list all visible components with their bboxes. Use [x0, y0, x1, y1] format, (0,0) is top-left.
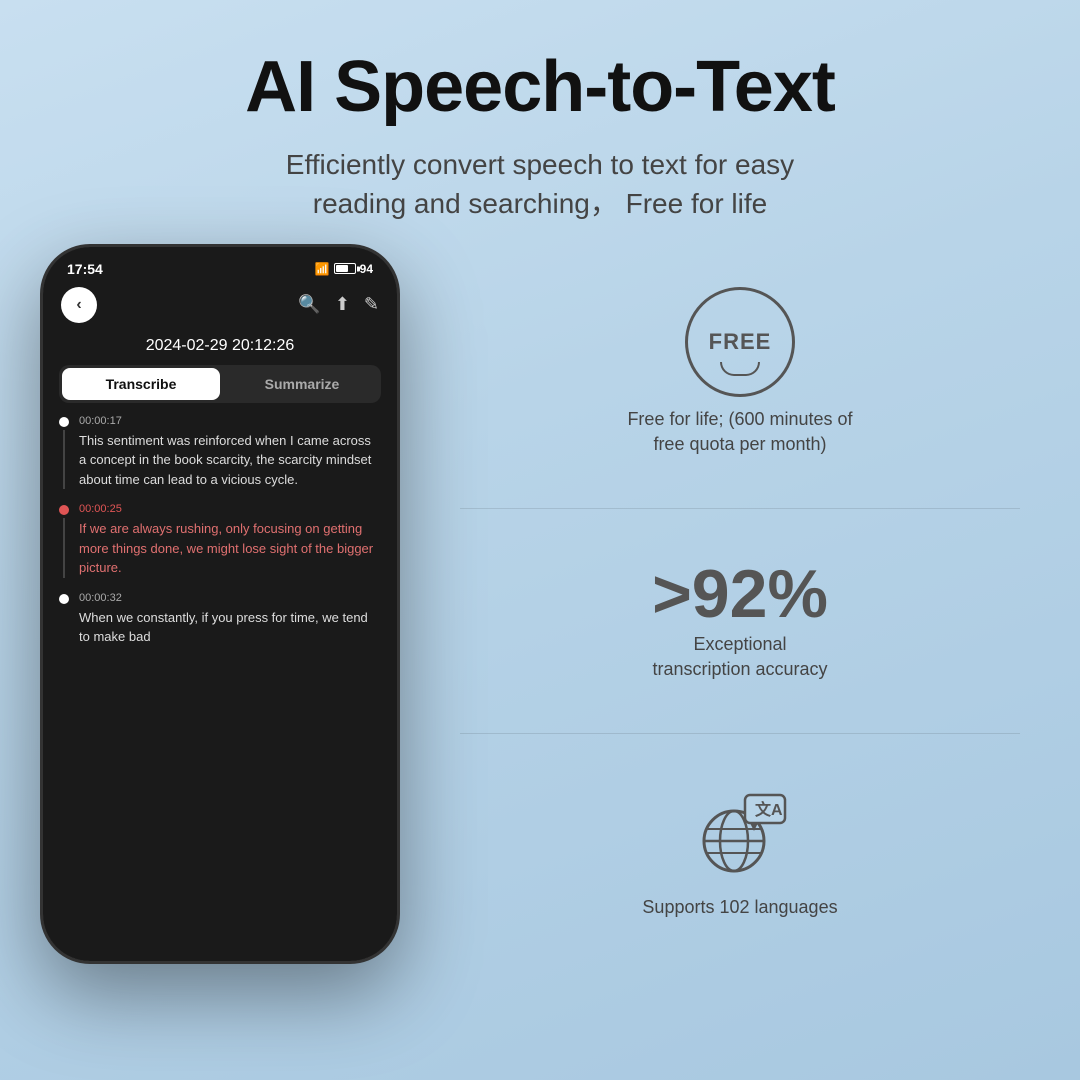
free-smile-icon: [720, 362, 760, 376]
transcript-entry-2: 00:00:25 If we are always rushing, only …: [59, 503, 381, 578]
share-icon[interactable]: ⬆: [335, 294, 350, 315]
recording-timestamp: 2024-02-29 20:12:26: [43, 331, 397, 365]
accuracy-description: Exceptionaltranscription accuracy: [652, 632, 827, 682]
ts-time-1: 00:00:17: [79, 415, 381, 427]
globe-icon-wrapper: 文A: [690, 785, 790, 885]
tab-transcribe[interactable]: Transcribe: [62, 368, 220, 400]
divider-1: [460, 508, 1020, 509]
wifi-icon: 📶: [315, 262, 330, 276]
feature-accuracy: >92% Exceptionaltranscription accuracy: [460, 560, 1020, 682]
phone-shell: 17:54 📶 94 ‹ 🔍 ⬆ ✎: [40, 244, 400, 964]
dot-3: [59, 594, 69, 604]
back-button[interactable]: ‹: [61, 287, 97, 323]
tab-summarize[interactable]: Summarize: [223, 365, 381, 403]
transcript-area: 00:00:17 This sentiment was reinforced w…: [43, 415, 397, 961]
battery-icon: [334, 263, 356, 274]
dot-line-1: [59, 415, 69, 490]
battery-level: 94: [360, 262, 373, 276]
free-badge-text: FREE: [709, 329, 772, 355]
ts-content-2: If we are always rushing, only focusing …: [79, 519, 381, 578]
line-1: [63, 430, 65, 490]
divider-2: [460, 733, 1020, 734]
svg-text:文A: 文A: [755, 800, 783, 819]
transcript-entry-3: 00:00:32 When we constantly, if you pres…: [59, 592, 381, 647]
status-time: 17:54: [67, 261, 103, 277]
status-bar: 17:54 📶 94: [43, 247, 397, 283]
feature-free: FREE Free for life; (600 minutes offree …: [460, 287, 1020, 457]
dot-line-2: [59, 503, 69, 578]
content-row: 17:54 📶 94 ‹ 🔍 ⬆ ✎: [0, 244, 1080, 1080]
globe-translate-icon: 文A: [690, 785, 790, 885]
transcript-text-3: 00:00:32 When we constantly, if you pres…: [79, 592, 381, 647]
subtitle: Efficiently convert speech to text for e…: [245, 145, 835, 223]
header-section: AI Speech-to-Text Efficiently convert sp…: [245, 0, 835, 244]
nav-bar: ‹ 🔍 ⬆ ✎: [43, 283, 397, 331]
feature-languages: 文A Supports 102 languages: [460, 785, 1020, 920]
dot-2: [59, 505, 69, 515]
main-title: AI Speech-to-Text: [245, 48, 835, 127]
dot-1: [59, 417, 69, 427]
edit-icon[interactable]: ✎: [364, 294, 379, 315]
phone-screen: 17:54 📶 94 ‹ 🔍 ⬆ ✎: [43, 247, 397, 961]
accuracy-number: >92%: [652, 560, 828, 628]
features-panel: FREE Free for life; (600 minutes offree …: [420, 244, 1040, 964]
free-description: Free for life; (600 minutes offree quota…: [627, 407, 852, 457]
ts-time-2: 00:00:25: [79, 503, 381, 515]
line-2: [63, 518, 65, 578]
free-badge: FREE: [685, 287, 795, 397]
languages-description: Supports 102 languages: [642, 895, 837, 920]
search-icon[interactable]: 🔍: [298, 294, 320, 315]
ts-content-3: When we constantly, if you press for tim…: [79, 608, 381, 647]
transcript-text-1: 00:00:17 This sentiment was reinforced w…: [79, 415, 381, 490]
dot-line-3: [59, 592, 69, 647]
transcript-entry-1: 00:00:17 This sentiment was reinforced w…: [59, 415, 381, 490]
status-icons: 📶 94: [315, 262, 373, 276]
phone-container: 17:54 📶 94 ‹ 🔍 ⬆ ✎: [40, 244, 400, 964]
nav-icons: 🔍 ⬆ ✎: [298, 294, 379, 315]
transcript-text-2: 00:00:25 If we are always rushing, only …: [79, 503, 381, 578]
tab-row: Transcribe Summarize: [59, 365, 381, 403]
ts-time-3: 00:00:32: [79, 592, 381, 604]
ts-content-1: This sentiment was reinforced when I cam…: [79, 431, 381, 490]
